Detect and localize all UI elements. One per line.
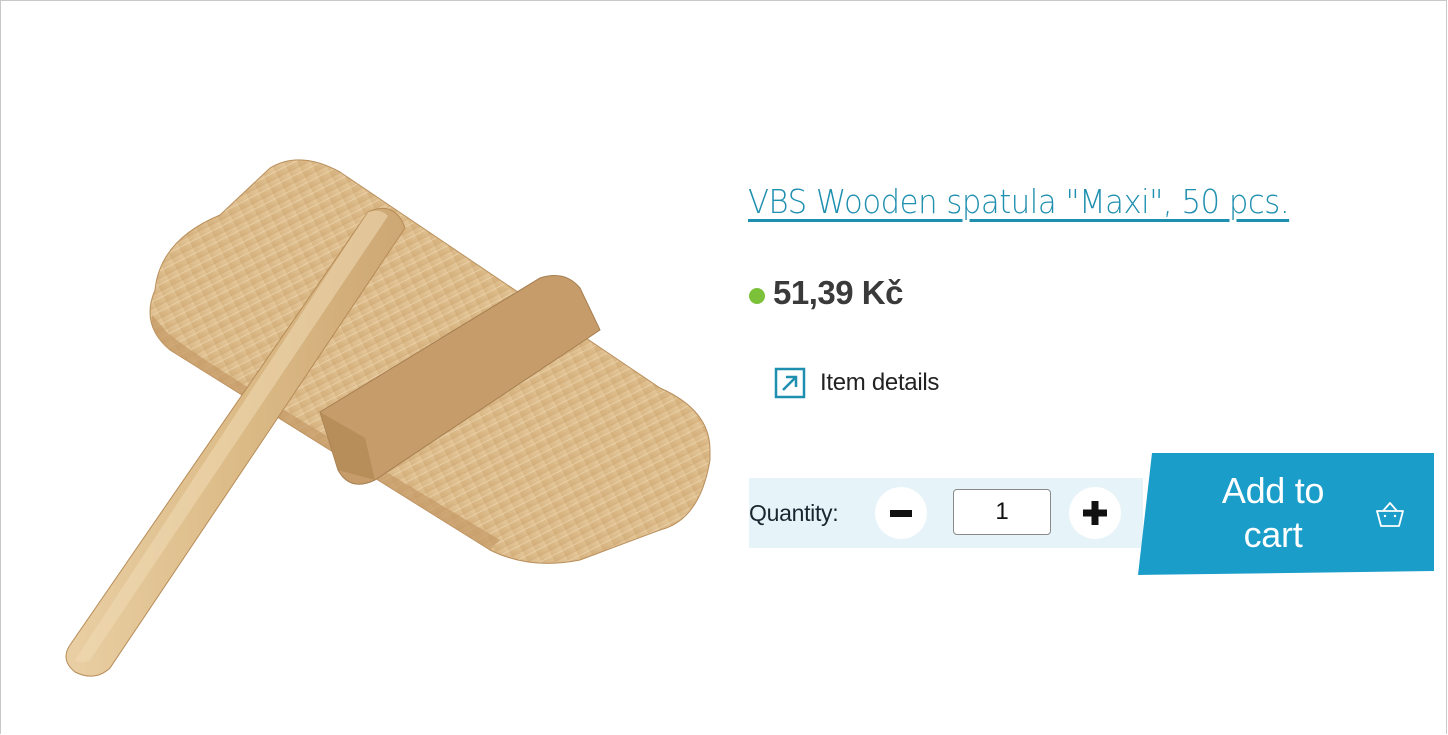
external-link-icon [774, 367, 806, 399]
price-row: 51,39 Kč [749, 274, 903, 312]
quantity-panel: Quantity: [749, 478, 1143, 548]
increase-quantity-button[interactable] [1069, 487, 1121, 539]
product-image[interactable] [20, 120, 730, 680]
plus-icon [1083, 501, 1107, 525]
decrease-quantity-button[interactable] [875, 487, 927, 539]
add-to-cart-label: Add to cart [1188, 469, 1358, 557]
item-details-link[interactable]: Item details [774, 367, 939, 399]
item-details-label: Item details [820, 369, 940, 396]
product-title-link[interactable]: VBS Wooden spatula "Maxi", 50 pcs. [748, 182, 1290, 221]
basket-icon [1376, 502, 1404, 527]
product-price: 51,39 Kč [773, 274, 903, 311]
add-to-cart-label-line1: Add to [1221, 470, 1325, 511]
quantity-label: Quantity: [749, 499, 839, 526]
quantity-input[interactable] [953, 489, 1051, 535]
add-to-cart-label-line2: cart [1243, 514, 1303, 555]
minus-icon [890, 510, 912, 517]
stock-indicator [749, 288, 765, 304]
add-to-cart-button[interactable]: Add to cart [1138, 453, 1434, 575]
